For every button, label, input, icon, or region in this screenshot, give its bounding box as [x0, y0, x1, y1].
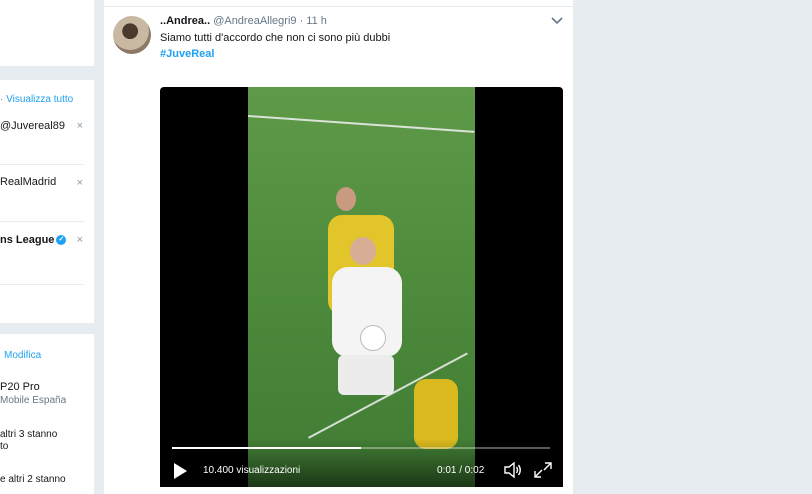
player-head: [336, 187, 356, 211]
account-name-text: ns League: [0, 234, 55, 246]
separator-dot: ·: [0, 94, 4, 105]
dismiss-icon[interactable]: ×: [77, 234, 83, 246]
display-name[interactable]: ..Andrea..: [160, 15, 210, 27]
sidebar-card-top: [0, 0, 94, 66]
suggested-account-name[interactable]: RealMadrid: [0, 176, 56, 188]
player-white-shorts: [338, 355, 394, 395]
tweet-header: ..Andrea.. @AndreaAllegri9 · 11 h: [160, 15, 327, 27]
fullscreen-icon[interactable]: [534, 462, 552, 478]
suggested-account-handle[interactable]: @Juvereal89: [0, 120, 65, 132]
avatar[interactable]: [113, 16, 151, 54]
progress-fill: [172, 447, 361, 449]
divider: [0, 221, 84, 222]
video-frame: [247, 87, 475, 487]
player-head: [350, 237, 376, 265]
who-to-follow-header: · Visualizza tutto: [0, 94, 73, 105]
divider: [0, 164, 84, 165]
tweet[interactable]: ..Andrea.. @AndreaAllegri9 · 11 h Siamo …: [104, 0, 573, 494]
user-handle[interactable]: @AndreaAllegri9: [213, 15, 296, 27]
progress-bar[interactable]: [172, 447, 550, 449]
hashtag-link[interactable]: #JuveReal: [160, 48, 214, 60]
trend-title[interactable]: P20 Pro: [0, 381, 40, 393]
who-to-follow-card: · Visualizza tutto @Juvereal89 × RealMad…: [0, 80, 94, 323]
trend-subtitle: Mobile España: [0, 395, 67, 406]
view-count: 10.400 visualizzazioni: [203, 465, 301, 476]
play-icon[interactable]: [174, 463, 187, 479]
trend-context: e altri 2 stanno: [0, 474, 66, 485]
suggested-account-name[interactable]: ns League ✓: [0, 234, 67, 246]
volume-icon[interactable]: [504, 462, 522, 478]
timestamp[interactable]: · 11 h: [300, 15, 327, 27]
tweet-text: Siamo tutti d'accordo che non ci sono pi…: [160, 32, 391, 44]
edit-trends-link[interactable]: Modifica: [4, 350, 41, 361]
pitch-line: [247, 115, 475, 133]
trends-card: Modifica P20 Pro Mobile España altri 3 s…: [0, 334, 94, 494]
verified-badge-icon: ✓: [56, 235, 67, 246]
trend-context: to: [0, 441, 9, 452]
view-all-link[interactable]: Visualizza tutto: [6, 94, 73, 105]
divider: [0, 284, 84, 285]
chevron-down-icon[interactable]: [551, 16, 563, 26]
video-controls: 10.400 visualizzazioni 0:01 / 0:02: [160, 439, 563, 487]
video-player[interactable]: 10.400 visualizzazioni 0:01 / 0:02: [160, 87, 563, 487]
dismiss-icon[interactable]: ×: [77, 120, 83, 132]
dismiss-icon[interactable]: ×: [77, 177, 83, 189]
ball: [360, 325, 386, 351]
video-time: 0:01 / 0:02: [437, 465, 485, 476]
trend-context: altri 3 stanno: [0, 429, 58, 440]
previous-tweet-edge: [104, 0, 573, 7]
